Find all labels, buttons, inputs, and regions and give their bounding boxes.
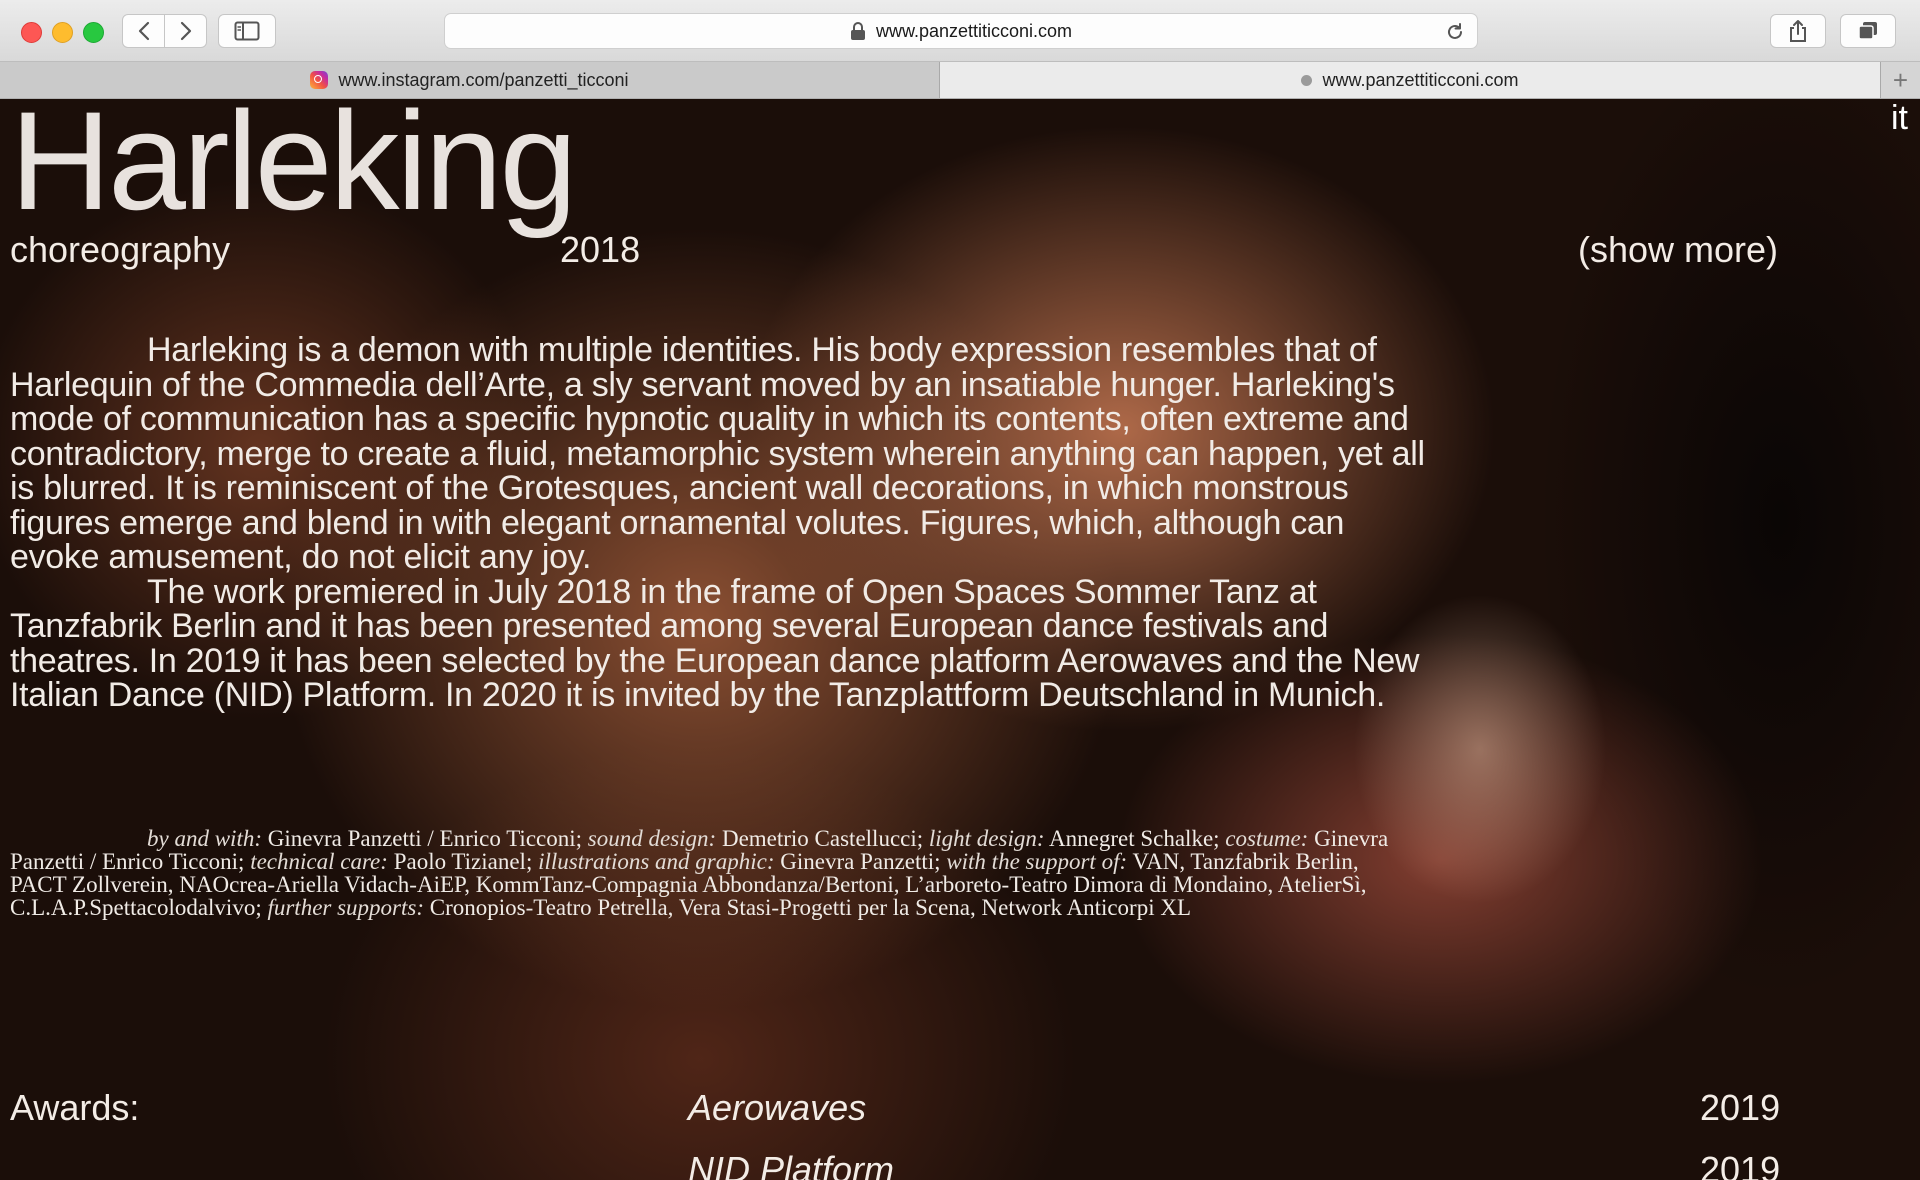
tab-instagram[interactable]: www.instagram.com/panzetti_ticconi (0, 62, 940, 98)
sidebar-icon (234, 21, 260, 41)
credit-value: Annegret Schalke; (1049, 826, 1220, 851)
forward-button[interactable] (164, 14, 207, 48)
minimize-window-button[interactable] (52, 22, 73, 43)
credit-label: technical care: (250, 849, 388, 874)
credit-label: illustrations and graphic: (538, 849, 775, 874)
credit-label: light design: (928, 826, 1045, 851)
tab-overview-button[interactable] (1840, 14, 1896, 48)
credit-label: sound design: (587, 826, 717, 851)
chevron-left-icon (138, 21, 149, 41)
address-bar-url: www.panzettiticconi.com (875, 20, 1073, 41)
credit-value: Ginevra Panzetti / Enrico Ticconi; (267, 826, 583, 851)
share-icon (1790, 20, 1806, 42)
language-link-it[interactable]: it (1891, 99, 1908, 138)
project-category: choreography (10, 229, 231, 270)
award-name: NID Platform (688, 1149, 895, 1180)
page-content: it Harleking choreography 2018 (show mor… (0, 99, 1920, 1180)
loading-dot-icon (1301, 74, 1313, 86)
address-bar[interactable]: www.panzettiticconi.com (444, 13, 1478, 49)
close-window-button[interactable] (21, 22, 42, 43)
credit-value: Demetrio Castellucci; (721, 826, 924, 851)
credit-label: with the support of: (946, 849, 1128, 874)
credit-value: Paolo Tizianel; (393, 849, 533, 874)
project-description: Harleking is a demon with multiple ident… (10, 333, 1430, 713)
reload-icon[interactable] (1445, 22, 1465, 42)
zoom-window-button[interactable] (83, 22, 104, 43)
credit-value: Cronopios-Teatro Petrella, Vera Stasi-Pr… (429, 895, 1192, 920)
credit-label: by and with: (147, 826, 262, 851)
new-tab-button[interactable]: + (1880, 62, 1920, 98)
sidebar-toggle-button[interactable] (218, 14, 276, 48)
awards-label: Awards: (10, 1087, 140, 1128)
project-year: 2018 (560, 229, 641, 270)
instagram-icon (310, 71, 329, 89)
show-more-link[interactable]: (show more) (1578, 229, 1778, 271)
tab-bar: www.instagram.com/panzetti_ticconi www.p… (0, 62, 1920, 99)
lock-icon (850, 22, 865, 40)
share-button[interactable] (1770, 14, 1826, 48)
back-button[interactable] (122, 14, 165, 48)
credits: by and with: Ginevra Panzetti / Enrico T… (10, 827, 1420, 919)
tabs-overview-icon (1858, 22, 1877, 40)
page-title: Harleking (10, 99, 577, 239)
description-paragraph: Harleking is a demon with multiple ident… (10, 331, 1425, 576)
chevron-right-icon (180, 21, 191, 41)
tab-label: www.panzettiticconi.com (1322, 69, 1519, 90)
credit-label: further supports: (267, 895, 425, 920)
award-year: 2019 (1700, 1149, 1781, 1180)
description-paragraph: The work premiered in July 2018 in the f… (10, 572, 1420, 714)
tab-panzettiticconi[interactable]: www.panzettiticconi.com (940, 62, 1880, 98)
credit-label: costume: (1225, 826, 1309, 851)
tab-label: www.instagram.com/panzetti_ticconi (338, 69, 629, 90)
credit-value: Ginevra Panzetti; (780, 849, 941, 874)
award-year: 2019 (1700, 1087, 1781, 1128)
award-name: Aerowaves (688, 1087, 867, 1128)
browser-toolbar: www.panzettiticconi.com (0, 0, 1920, 62)
